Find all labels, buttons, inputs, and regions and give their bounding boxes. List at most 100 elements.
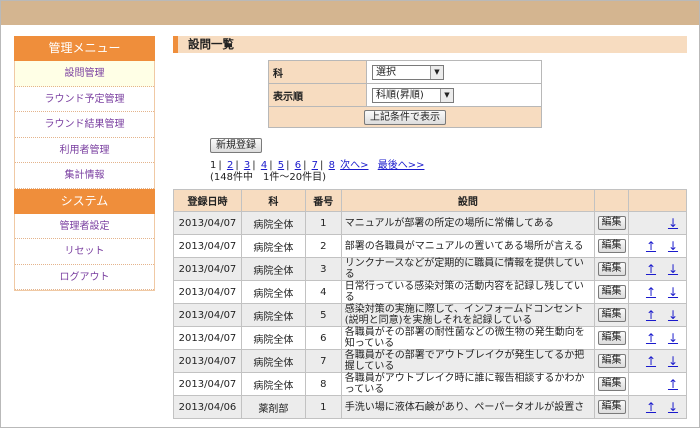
table-row: 2013/04/07 病院全体 8 各職員がアウトブレイク時に誰に報告相談するかわかっ…: [173, 372, 687, 396]
admin-menu-title: 管理メニュー: [14, 36, 155, 61]
cell-number: 5: [304, 303, 342, 327]
cell-question: 各職員がその部署の耐性菌などの微生物の発生動向を知っている: [340, 326, 596, 350]
cell-date: 2013/04/07: [173, 303, 242, 327]
move-up-icon[interactable]: ↑: [644, 262, 658, 276]
page-link[interactable]: 8: [329, 160, 335, 171]
sidebar-item-round-schedule[interactable]: ラウンド予定管理: [15, 86, 154, 112]
dept-filter-label: 科: [268, 60, 367, 84]
cell-date: 2013/04/07: [173, 326, 242, 350]
last-page-link[interactable]: 最後へ>>: [378, 160, 425, 171]
move-down-icon[interactable]: ↓: [666, 400, 680, 414]
column-header-date[interactable]: 登録日時: [173, 189, 242, 212]
edit-button[interactable]: 編集: [597, 400, 626, 414]
page-link[interactable]: 5: [278, 160, 284, 171]
move-up-icon[interactable]: ↑: [644, 285, 658, 299]
edit-button[interactable]: 編集: [597, 239, 626, 253]
cell-dept: 病院全体: [240, 211, 306, 235]
cell-number: 1: [304, 211, 342, 235]
move-up-icon[interactable]: ↑: [644, 308, 658, 322]
move-down-icon[interactable]: ↓: [666, 285, 680, 299]
column-header-number[interactable]: 番号: [304, 189, 342, 212]
cell-date: 2013/04/07: [173, 280, 242, 304]
edit-button[interactable]: 編集: [597, 377, 626, 391]
move-up-icon[interactable]: ↑: [644, 354, 658, 368]
filter-form: 科 選択 ▼ 表示順 科順(昇順) ▼ 上記条件で表示: [268, 60, 542, 128]
table-row: 2013/04/07 病院全体 5 感染対策の実施に際して、インフォームドコンセント(…: [173, 303, 687, 327]
sidebar: 管理メニュー 設問管理 ラウンド予定管理 ラウンド結果管理 利用者管理 集計情報…: [14, 36, 155, 291]
cell-question: マニュアルが部署の所定の場所に常備してある: [340, 211, 596, 235]
sidebar-item-user-management[interactable]: 利用者管理: [15, 137, 154, 163]
page-link[interactable]: 3: [244, 160, 250, 171]
move-down-icon[interactable]: ↓: [666, 331, 680, 345]
sidebar-item-round-results[interactable]: ラウンド結果管理: [15, 112, 154, 138]
cell-number: 6: [304, 326, 342, 350]
system-menu-list: 管理者設定 リセット ログアウト: [14, 213, 155, 291]
cell-date: 2013/04/07: [173, 257, 242, 281]
question-table: 登録日時 科 番号 設問 2013/04/07 病院全体 1 マニュアルが部署の所定の…: [173, 189, 687, 419]
cell-dept: 病院全体: [240, 257, 306, 281]
move-up-icon[interactable]: ↑: [644, 239, 658, 253]
column-header-question[interactable]: 設問: [340, 189, 596, 212]
page-link[interactable]: 7: [312, 160, 318, 171]
move-up-icon[interactable]: ↑: [644, 331, 658, 345]
cell-dept: 病院全体: [240, 234, 306, 258]
cell-dept: 病院全体: [240, 326, 306, 350]
sidebar-item-statistics[interactable]: 集計情報: [15, 163, 154, 189]
cell-dept: 薬剤部: [240, 395, 306, 419]
cell-number: 4: [304, 280, 342, 304]
page-title: 設問一覧: [173, 36, 687, 53]
move-up-icon[interactable]: ↑: [666, 377, 680, 391]
sidebar-item-logout[interactable]: ログアウト: [15, 264, 154, 290]
app-frame: 管理メニュー 設問管理 ラウンド予定管理 ラウンド結果管理 利用者管理 集計情報…: [0, 0, 700, 428]
cell-date: 2013/04/07: [173, 372, 242, 396]
cell-number: 1: [304, 395, 342, 419]
cell-date: 2013/04/07: [173, 211, 242, 235]
cell-number: 2: [304, 234, 342, 258]
apply-filter-button[interactable]: 上記条件で表示: [364, 109, 446, 125]
result-count: (148件中 1件～20件目): [210, 172, 326, 183]
move-down-icon[interactable]: ↓: [666, 239, 680, 253]
column-header-dept[interactable]: 科: [240, 189, 306, 212]
page-link[interactable]: 6: [295, 160, 301, 171]
table-body: 2013/04/07 病院全体 1 マニュアルが部署の所定の場所に常備してある 編集 ↓ 2…: [173, 211, 687, 419]
table-row: 2013/04/07 病院全体 3 リンクナースなどが定期的に職員に情報を提供している…: [173, 257, 687, 281]
table-row: 2013/04/07 病院全体 1 マニュアルが部署の所定の場所に常備してある 編集 ↓: [173, 211, 687, 235]
edit-button[interactable]: 編集: [597, 262, 626, 276]
cell-date: 2013/04/07: [173, 234, 242, 258]
cell-dept: 病院全体: [240, 303, 306, 327]
move-up-icon[interactable]: ↑: [644, 400, 658, 414]
table-row: 2013/04/07 病院全体 2 部署の各職員がマニュアルの置いてある場所が言える編…: [173, 234, 687, 258]
new-question-button[interactable]: 新規登録: [210, 138, 262, 153]
edit-button[interactable]: 編集: [597, 285, 626, 299]
order-select[interactable]: 科順(昇順) ▼: [372, 87, 454, 103]
sidebar-item-reset[interactable]: リセット: [15, 239, 154, 265]
move-down-icon[interactable]: ↓: [666, 354, 680, 368]
move-down-icon[interactable]: ↓: [666, 216, 680, 230]
cell-number: 8: [304, 372, 342, 396]
cell-question: 日常行っている感染対策の活動内容を記録し残している: [340, 280, 596, 304]
edit-button[interactable]: 編集: [597, 354, 626, 368]
sidebar-item-question-management[interactable]: 設問管理: [15, 61, 154, 87]
page-link-current: 1: [210, 160, 217, 171]
system-menu-title: システム: [14, 188, 155, 214]
cell-dept: 病院全体: [240, 372, 306, 396]
column-header-order: [628, 189, 687, 212]
edit-button[interactable]: 編集: [597, 331, 626, 345]
table-row: 2013/04/07 病院全体 6 各職員がその部署の耐性菌などの微生物の発生動向を知…: [173, 326, 687, 350]
pagination-links: 1 | 2 | 3 | 4 | 5 | 6 | 7 | 8 次へ> 最後へ>>: [210, 160, 425, 171]
table-row: 2013/04/07 病院全体 4 日常行っている感染対策の活動内容を記録し残している…: [173, 280, 687, 304]
move-down-icon[interactable]: ↓: [666, 308, 680, 322]
cell-question: 各職員がその部署でアウトブレイクが発生してるか把握している: [340, 349, 596, 373]
table-row: 2013/04/07 病院全体 7 各職員がその部署でアウトブレイクが発生してるか把握…: [173, 349, 687, 373]
edit-button[interactable]: 編集: [597, 308, 626, 322]
page-link[interactable]: 4: [261, 160, 267, 171]
chevron-down-icon: ▼: [430, 65, 443, 79]
move-down-icon[interactable]: ↓: [666, 262, 680, 276]
page-link[interactable]: 2: [227, 160, 233, 171]
sidebar-item-admin-settings[interactable]: 管理者設定: [15, 213, 154, 239]
admin-menu-list: 設問管理 ラウンド予定管理 ラウンド結果管理 利用者管理 集計情報: [14, 61, 155, 189]
chevron-down-icon: ▼: [440, 88, 453, 102]
edit-button[interactable]: 編集: [597, 216, 626, 230]
next-page-link[interactable]: 次へ>: [340, 160, 368, 171]
dept-select[interactable]: 選択 ▼: [372, 64, 444, 80]
